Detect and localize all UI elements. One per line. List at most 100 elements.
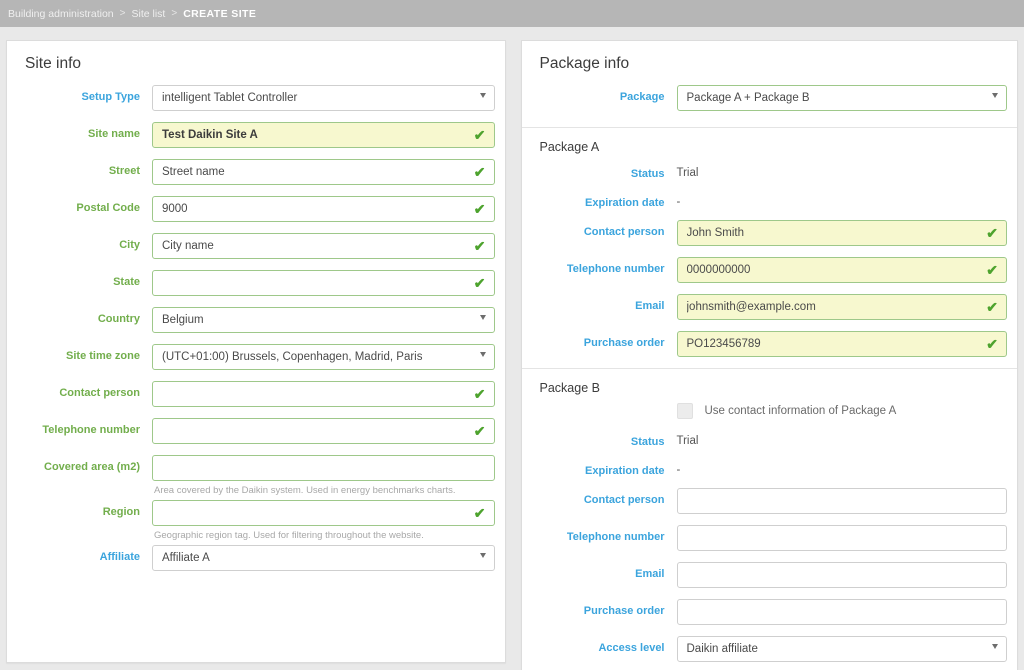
breadcrumb-link-building-administration[interactable]: Building administration (8, 8, 114, 20)
package-a-status-label: Status (630, 168, 665, 180)
package-a-row-telephone-number: Telephone number ✔ (522, 257, 1018, 283)
use-contact-info-label: Use contact information of Package A (704, 405, 897, 417)
package-b-input-purchase-order[interactable] (676, 599, 1007, 625)
use-contact-info-checkbox[interactable] (676, 403, 693, 419)
package-a-input-email[interactable] (676, 294, 1007, 320)
site-info-label-setup-type: Setup Type (81, 91, 140, 103)
site-info-help-region: Geographic region tag. Used for filterin… (154, 530, 424, 541)
site-info-label-contact-person: Contact person (59, 387, 140, 399)
site-info-field-affiliate: Affiliate A (152, 545, 495, 571)
site-info-field-street: ✔ (152, 159, 495, 185)
package-a-input-contact-person[interactable] (676, 220, 1007, 246)
site-info-field-country: Belgium (152, 307, 495, 333)
site-info-field-telephone-number: ✔ (152, 418, 495, 444)
site-info-panel: Site info Setup Type intelligent Tablet C… (6, 40, 506, 663)
site-info-label-covered-area-m2: Covered area (m2) (44, 461, 140, 473)
site-info-label-affiliate: Affiliate (99, 551, 140, 563)
site-info-row-contact-person: Contact person ✔ (7, 381, 505, 407)
breadcrumb-separator-2: > (171, 8, 178, 19)
site-info-label-site-name: Site name (88, 128, 140, 140)
site-info-row-site-name: Site name ✔ (7, 122, 505, 148)
site-info-label-street: Street (108, 165, 140, 177)
package-select-label: Package (619, 91, 665, 103)
site-info-select-affiliate[interactable]: Affiliate A (152, 545, 495, 571)
package-select[interactable]: Package A + Package B (676, 85, 1007, 111)
site-info-row-site-time-zone: Site time zone (UTC+01:00) Brussels, Cope… (7, 344, 505, 370)
package-a-row-purchase-order: Purchase order ✔ (522, 331, 1018, 357)
package-b-form: Contact person Telephone number Email Purch… (522, 488, 1018, 625)
site-info-input-telephone-number[interactable] (152, 418, 495, 444)
package-b-expiration-label: Expiration date (585, 465, 665, 477)
site-info-row-postal-code: Postal Code ✔ (7, 196, 505, 222)
package-a-status-row: Status Trial (522, 162, 1018, 180)
site-info-input-covered-area-m2[interactable] (152, 455, 495, 481)
site-info-field-setup-type: intelligent Tablet Controller (152, 85, 495, 111)
package-a-row-email: Email ✔ (522, 294, 1018, 320)
site-info-input-postal-code[interactable] (152, 196, 495, 222)
package-b-status-row: Status Trial (522, 430, 1018, 448)
package-b-input-telephone-number[interactable] (676, 525, 1007, 551)
package-b-field-purchase-order (676, 599, 1007, 625)
access-level-field: Daikin affiliate (676, 636, 1007, 662)
package-b-status-value: Trial (676, 435, 699, 447)
package-a-label-telephone-number: Telephone number (566, 263, 665, 275)
site-info-input-city[interactable] (152, 233, 495, 259)
site-info-input-state[interactable] (152, 270, 495, 296)
site-info-row-country: Country Belgium (7, 307, 505, 333)
site-info-select-setup-type[interactable]: intelligent Tablet Controller (152, 85, 495, 111)
package-a-status-value: Trial (676, 167, 699, 179)
site-info-field-covered-area-m2 (152, 455, 495, 481)
site-info-row-region: Region ✔ Geographic region tag. Used for f… (7, 500, 505, 542)
package-a-title: Package A (539, 140, 600, 154)
site-info-select-site-time-zone[interactable]: (UTC+01:00) Brussels, Copenhagen, Madrid… (152, 344, 495, 370)
package-b-input-email[interactable] (676, 562, 1007, 588)
site-info-row-setup-type: Setup Type intelligent Tablet Controller (7, 85, 505, 111)
package-a-input-purchase-order[interactable] (676, 331, 1007, 357)
access-level-select[interactable]: Daikin affiliate (676, 636, 1007, 662)
site-info-input-site-name[interactable] (152, 122, 495, 148)
breadcrumb-separator-1: > (119, 8, 126, 19)
breadcrumb-link-site-list[interactable]: Site list (132, 8, 166, 20)
site-info-input-region[interactable] (152, 500, 495, 526)
package-b-field-telephone-number (676, 525, 1007, 551)
site-info-label-site-time-zone: Site time zone (66, 350, 140, 362)
site-info-select-country[interactable]: Belgium (152, 307, 495, 333)
package-a-label-purchase-order: Purchase order (583, 337, 665, 349)
site-info-row-covered-area-m2: Covered area (m2) Area covered by the Dai… (7, 455, 505, 497)
site-info-field-contact-person: ✔ (152, 381, 495, 407)
site-info-title: Site info (25, 55, 82, 72)
package-b-row-contact-person: Contact person (522, 488, 1018, 514)
site-info-row-affiliate: Affiliate Affiliate A (7, 545, 505, 571)
package-select-field: Package A + Package B (676, 85, 1007, 111)
site-info-field-city: ✔ (152, 233, 495, 259)
site-info-field-site-name: ✔ (152, 122, 495, 148)
package-b-label-telephone-number: Telephone number (566, 531, 665, 543)
package-b-row-email: Email (522, 562, 1018, 588)
package-b-expiration-value: - (676, 464, 681, 476)
package-a-expiration-row: Expiration date - (522, 191, 1018, 209)
site-info-row-state: State ✔ (7, 270, 505, 296)
package-a-form: Contact person✔Telephone number✔Email✔Pu… (522, 220, 1018, 357)
package-a-field-telephone-number: ✔ (676, 257, 1007, 283)
package-a-expiration-label: Expiration date (585, 197, 665, 209)
package-a-input-telephone-number[interactable] (676, 257, 1007, 283)
package-b-input-contact-person[interactable] (676, 488, 1007, 514)
package-a-row-contact-person: Contact person ✔ (522, 220, 1018, 246)
site-info-form: Setup Type intelligent Tablet Controller S… (7, 85, 505, 571)
site-info-label-telephone-number: Telephone number (42, 424, 140, 436)
breadcrumb-current-create-site: CREATE SITE (183, 7, 257, 20)
page-content: Site info Setup Type intelligent Tablet C… (0, 40, 1024, 670)
package-select-row: Package Package A + Package B (522, 85, 1018, 111)
package-b-expiration-row: Expiration date - (522, 459, 1018, 477)
site-info-input-contact-person[interactable] (152, 381, 495, 407)
site-info-field-site-time-zone: (UTC+01:00) Brussels, Copenhagen, Madrid… (152, 344, 495, 370)
site-info-input-street[interactable] (152, 159, 495, 185)
site-info-label-state: State (113, 276, 140, 288)
site-info-label-country: Country (97, 313, 140, 325)
package-b-title: Package B (539, 381, 600, 395)
package-info-title: Package info (539, 55, 630, 72)
access-level-row: Access level Daikin affiliate (522, 636, 1018, 662)
access-level-label: Access level (598, 642, 665, 654)
site-info-field-postal-code: ✔ (152, 196, 495, 222)
package-a-field-email: ✔ (676, 294, 1007, 320)
